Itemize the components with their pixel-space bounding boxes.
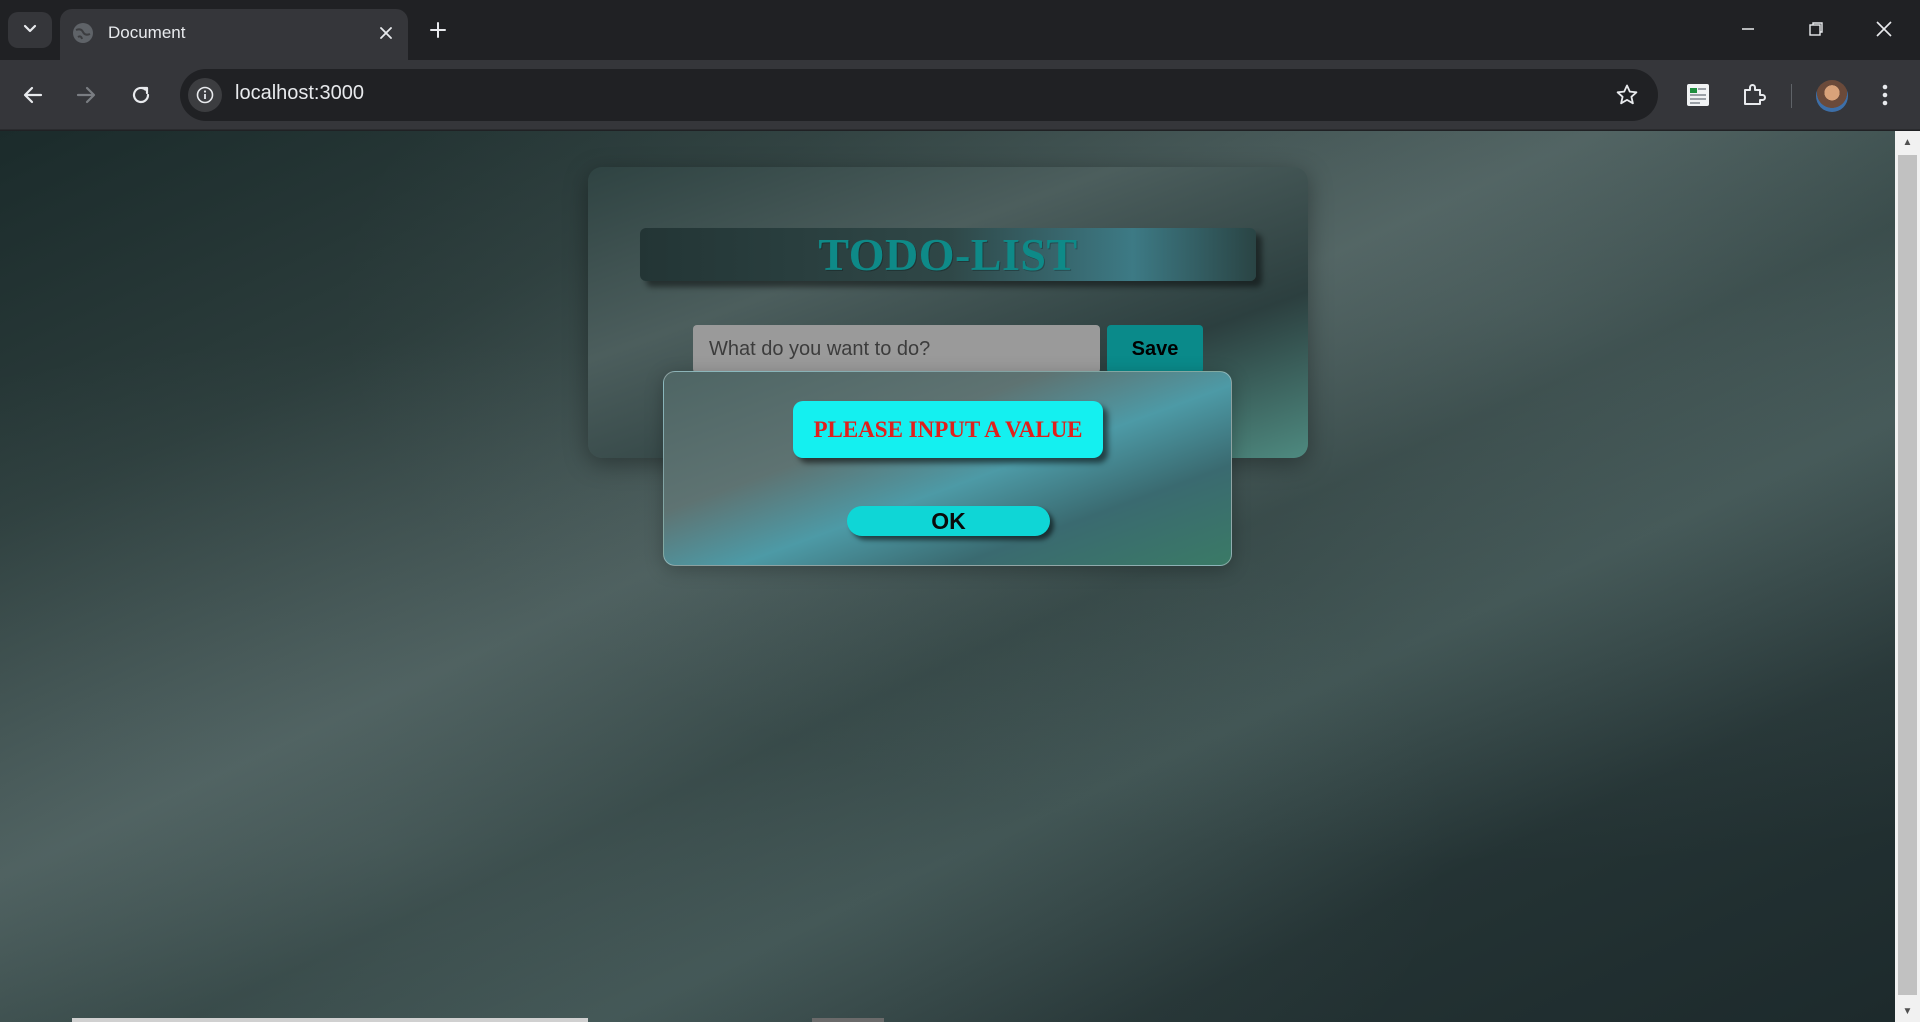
page-title: TODO-LIST [818, 229, 1078, 280]
close-window-icon[interactable] [1850, 0, 1918, 58]
globe-icon [72, 22, 94, 44]
sheets-extension-icon[interactable] [1681, 78, 1715, 112]
scroll-up-arrow-icon[interactable]: ▲ [1895, 131, 1920, 153]
restore-window-icon[interactable] [1782, 0, 1850, 58]
tab-title: Document [108, 23, 186, 42]
horizontal-scroll-indicator [72, 1018, 588, 1022]
bookmark-star-icon[interactable] [1614, 82, 1640, 108]
tab-close-icon[interactable] [374, 21, 398, 45]
save-button[interactable]: Save [1107, 325, 1203, 373]
todo-input[interactable] [693, 325, 1100, 373]
tab-search-button[interactable] [8, 12, 52, 48]
horizontal-scroll-indicator-secondary [812, 1018, 884, 1022]
chevron-down-icon [22, 20, 38, 41]
more-menu-icon[interactable] [1868, 78, 1902, 112]
url-text: localhost:3000 [235, 82, 364, 104]
toolbar-separator [1791, 84, 1792, 108]
page-viewport: TODO-LIST Save PLEASE INPUT A VALUE OK [0, 131, 1895, 1022]
alert-message-box: PLEASE INPUT A VALUE [793, 401, 1103, 458]
minimize-window-icon[interactable] [1714, 0, 1782, 58]
alert-modal: PLEASE INPUT A VALUE OK [663, 371, 1232, 566]
vertical-scrollbar[interactable]: ▲ ▼ [1895, 131, 1920, 1022]
browser-toolbar: localhost:3000 [0, 60, 1920, 130]
forward-arrow-icon[interactable] [68, 77, 104, 113]
scrollbar-thumb[interactable] [1898, 155, 1917, 995]
browser-tab-active[interactable]: Document [60, 9, 408, 60]
title-banner: TODO-LIST [640, 228, 1256, 281]
address-bar[interactable]: localhost:3000 [180, 69, 1658, 121]
scroll-down-arrow-icon[interactable]: ▼ [1895, 1000, 1920, 1022]
reload-icon[interactable] [123, 77, 159, 113]
site-info-icon[interactable] [188, 78, 222, 112]
profile-avatar[interactable] [1816, 80, 1848, 112]
new-tab-plus-icon[interactable] [422, 14, 454, 46]
ok-button[interactable]: OK [847, 506, 1050, 536]
extensions-puzzle-icon[interactable] [1736, 78, 1770, 112]
back-arrow-icon[interactable] [15, 77, 51, 113]
alert-message: PLEASE INPUT A VALUE [813, 416, 1083, 442]
browser-tabstrip: Document [0, 0, 1920, 60]
